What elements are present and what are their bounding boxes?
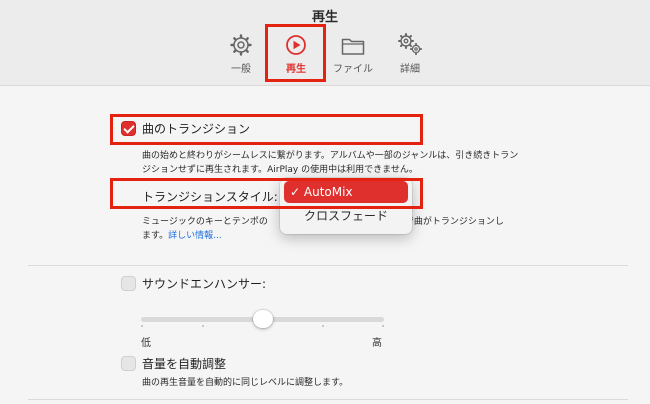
tab-playback-label: 再生	[286, 64, 306, 75]
toolbar: 再生 一般 再生 ファイル 詳細	[0, 0, 650, 86]
tab-files-label: ファイル	[333, 64, 373, 75]
sound-enhancer-checkbox[interactable]	[121, 276, 136, 291]
crossfade-description-line2: ジションせずに再生されます。AirPlay の使用中は利用できません。	[142, 165, 418, 175]
menu-item-automix[interactable]: ✓ AutoMix	[284, 181, 408, 203]
slider-tick	[322, 325, 324, 327]
playback-settings-pane: 曲のトランジション 曲の始めと終わりがシームレスに繋がります。アルバムや一部のジ…	[0, 87, 650, 404]
transition-desc-line2: ます。	[142, 231, 169, 241]
slider-high-label: 高	[372, 338, 382, 349]
sound-check-label: 音量を自動調整	[142, 357, 227, 371]
slider-low-label: 低	[141, 338, 151, 349]
menu-item-crossfade[interactable]: クロスフェード	[284, 206, 408, 226]
transition-style-label: トランジションスタイル:	[142, 190, 278, 204]
section-divider	[28, 265, 628, 266]
crossfade-description-line1: 曲の始めと終わりがシームレスに繋がります。アルバムや一部のジャンルは、引き続きト…	[142, 151, 519, 161]
tab-advanced[interactable]: 詳細	[380, 30, 440, 80]
menu-item-automix-label: AutoMix	[303, 185, 353, 199]
sound-check-description: 曲の再生音量を自動的に同じレベルに調整します。	[142, 378, 349, 388]
sound-enhancer-slider-thumb[interactable]	[252, 310, 273, 328]
preferences-window: 再生 一般 再生 ファイル 詳細 曲のトランジション 曲の始めと終わりがシームレ…	[0, 0, 650, 404]
transition-style-menu: ✓ AutoMix クロスフェード	[280, 178, 412, 234]
sound-check-checkbox[interactable]	[121, 356, 136, 371]
transition-style-description-line2: ます。詳しい情報...	[142, 229, 222, 243]
slider-tick	[141, 325, 143, 327]
crossfade-checkbox[interactable]	[121, 121, 136, 136]
tab-files[interactable]: ファイル	[323, 30, 383, 80]
gears-icon	[398, 33, 423, 56]
window-title: 再生	[311, 10, 338, 25]
gear-icon	[230, 34, 252, 56]
play-circle-icon	[286, 35, 306, 55]
tab-playback[interactable]: 再生	[266, 30, 326, 80]
crossfade-label: 曲のトランジション	[142, 122, 251, 136]
transition-desc-start: ミュージックのキーとテンポの	[142, 217, 268, 227]
folder-icon	[341, 38, 365, 55]
tab-advanced-label: 詳細	[400, 64, 420, 75]
checkmark-icon: ✓	[290, 185, 301, 199]
slider-tick	[382, 325, 384, 327]
tab-general[interactable]: 一般	[211, 30, 271, 80]
tab-general-label: 一般	[231, 64, 251, 75]
more-info-link[interactable]: 詳しい情報...	[168, 231, 222, 241]
sound-enhancer-label: サウンドエンハンサー:	[142, 277, 267, 291]
bottom-divider	[28, 399, 628, 400]
slider-tick	[202, 325, 204, 327]
